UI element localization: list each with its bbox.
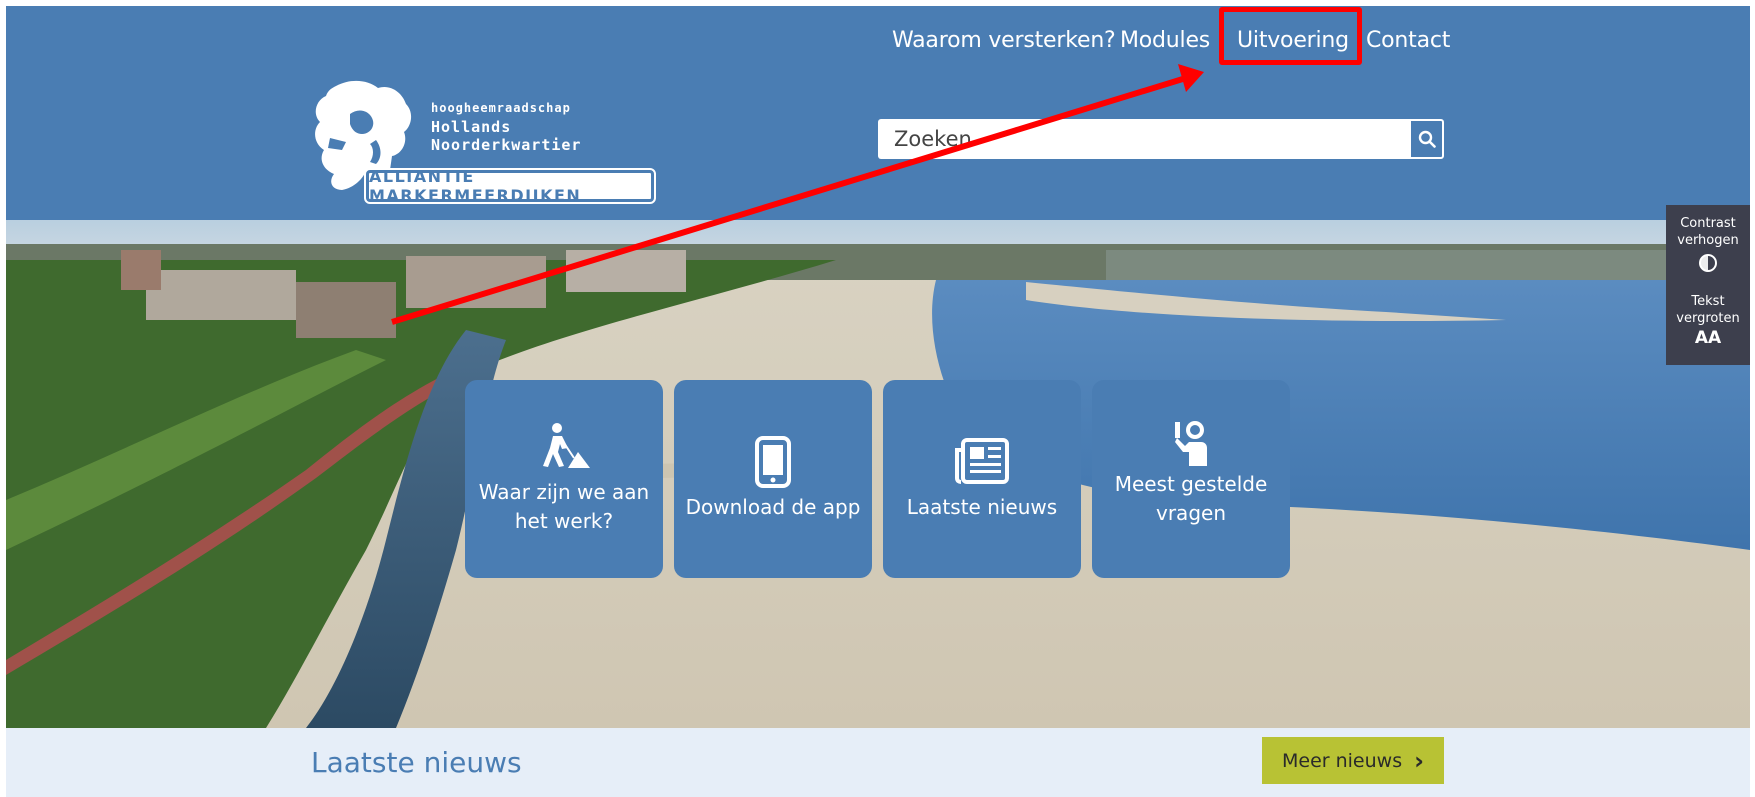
tile-label: Download de app	[685, 495, 861, 519]
text-size-icon: AA	[1694, 328, 1722, 348]
tile-laatste-nieuws[interactable]: Laatste nieuws	[883, 380, 1081, 578]
tile-label: Laatste nieuws	[906, 495, 1058, 519]
text-size-label-line1: Tekst	[1691, 294, 1725, 309]
text-size-label-line2: vergroten	[1676, 311, 1740, 326]
question-person-icon	[1092, 420, 1290, 466]
logo-org-prefix: hoogheemraadschap	[431, 101, 571, 115]
page-frame: Waarom versterken? Modules Uitvoering Co…	[6, 6, 1750, 797]
tile-meest-gestelde-vragen[interactable]: Meest gestelde vragen	[1092, 380, 1290, 578]
worker-icon	[465, 422, 663, 468]
news-section-header: Laatste nieuws Meer nieuws ›	[6, 728, 1750, 797]
search-input[interactable]	[878, 119, 1409, 159]
annotation-highlight-box	[1219, 7, 1362, 65]
contrast-icon	[1699, 254, 1717, 272]
tile-download-de-app[interactable]: Download de app	[674, 380, 872, 578]
search-bar	[878, 119, 1444, 159]
logo-name-line1: Hollands	[431, 118, 512, 136]
news-section-title: Laatste nieuws	[311, 746, 522, 779]
logo-name-line2: Noorderkwartier	[431, 136, 582, 154]
accessibility-panel: Contrast verhogen Tekst vergroten AA	[1666, 205, 1750, 365]
nav-item-waarom-versterken[interactable]: Waarom versterken?	[892, 28, 1116, 53]
tile-label: Meest gestelde vragen	[1114, 472, 1268, 525]
site-logo[interactable]: hoogheemraadschap Hollands Noorderkwarti…	[306, 78, 666, 208]
more-news-label: Meer nieuws	[1281, 749, 1403, 772]
contrast-label-line2: verhogen	[1677, 233, 1739, 248]
smartphone-icon	[674, 436, 872, 488]
nav-item-modules[interactable]: Modules	[1120, 28, 1210, 53]
logo-badge: ALLIANTIE MARKERMEERDIJKEN	[364, 167, 656, 205]
chevron-right-icon: ›	[1414, 746, 1424, 775]
main-navigation: Waarom versterken? Modules Uitvoering Co…	[6, 20, 1750, 60]
newspaper-icon	[883, 438, 1081, 484]
tile-waar-zijn-we-aan-het-werk[interactable]: Waar zijn we aan het werk?	[465, 380, 663, 578]
site-header: Waarom versterken? Modules Uitvoering Co…	[6, 6, 1750, 220]
more-news-button[interactable]: Meer nieuws ›	[1262, 737, 1444, 784]
search-icon	[1418, 130, 1436, 148]
text-size-toggle[interactable]: Tekst vergroten AA	[1666, 293, 1750, 348]
hero-aerial-photo	[6, 220, 1750, 728]
search-button[interactable]	[1409, 119, 1444, 159]
hero-banner: Waar zijn we aan het werk? Download de a…	[6, 220, 1750, 728]
nav-item-contact[interactable]: Contact	[1366, 28, 1450, 53]
tile-label: Waar zijn we aan het werk?	[478, 480, 650, 533]
contrast-label-line1: Contrast	[1680, 216, 1736, 231]
contrast-toggle[interactable]: Contrast verhogen	[1666, 215, 1750, 277]
